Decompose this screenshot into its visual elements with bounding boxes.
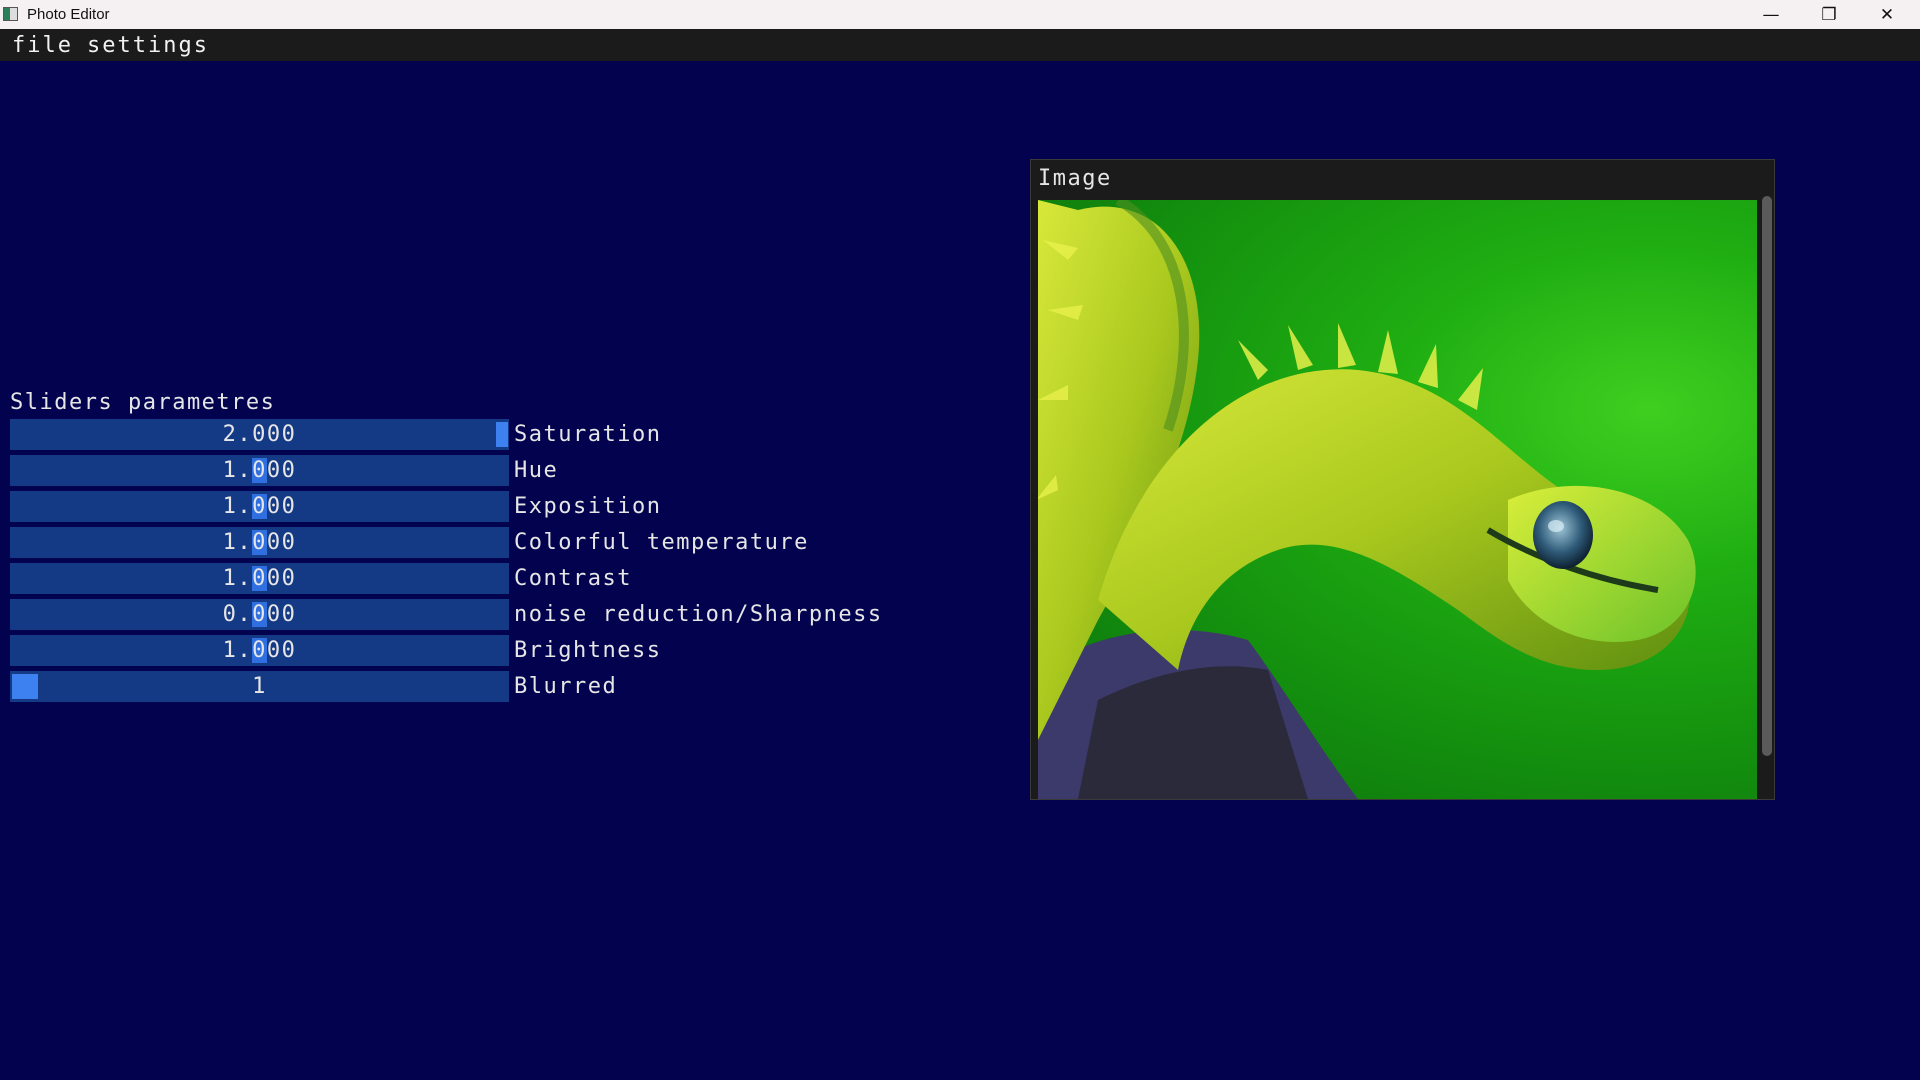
text-caret: 0 (252, 458, 267, 483)
image-window[interactable]: Image (1030, 159, 1775, 800)
slider-value[interactable]: 1.000 (10, 491, 509, 522)
photo-preview (1038, 200, 1757, 799)
value-suffix: 00 (266, 530, 297, 555)
menu-file[interactable]: file (12, 33, 73, 58)
restore-button[interactable]: ❐ (1800, 0, 1858, 29)
slider-value[interactable]: 1.000 (10, 527, 509, 558)
slider-label: Hue (514, 458, 559, 483)
menu-settings[interactable]: settings (87, 33, 209, 58)
value-prefix: 1. (222, 566, 253, 591)
slider-value[interactable]: 0.000 (10, 599, 509, 630)
snake-image (1038, 200, 1696, 799)
value-suffix: 00 (266, 458, 297, 483)
sliders-panel-title: Sliders parametres (10, 390, 276, 415)
value-prefix: 0. (222, 602, 253, 627)
slider-label: Saturation (514, 422, 662, 447)
slider-value: 1 (252, 674, 267, 699)
menu-bar: file settings (0, 29, 1920, 61)
text-caret: 0 (252, 566, 267, 591)
value-suffix: 00 (266, 638, 297, 663)
value-prefix: 1. (222, 638, 253, 663)
slider-label: Contrast (514, 566, 632, 591)
text-caret: 0 (252, 494, 267, 519)
title-bar: Photo Editor — ❐ ✕ (0, 0, 1920, 29)
slider-label: Blurred (514, 674, 618, 699)
value-suffix: 00 (266, 494, 297, 519)
image-scrollbar[interactable] (1762, 196, 1772, 756)
slider-label: Colorful temperature (514, 530, 809, 555)
value-suffix: 00 (266, 602, 297, 627)
app-icon (3, 7, 18, 21)
text-caret: 0 (252, 602, 267, 627)
value-prefix: 1. (222, 458, 253, 483)
slider-value[interactable]: 1.000 (10, 455, 509, 486)
slider-value[interactable]: 1.000 (10, 563, 509, 594)
minimize-button[interactable]: — (1742, 0, 1800, 29)
image-window-title: Image (1038, 166, 1112, 191)
close-button[interactable]: ✕ (1858, 0, 1916, 29)
value-prefix: 1. (222, 494, 253, 519)
value-prefix: 1. (222, 530, 253, 555)
slider-label: Exposition (514, 494, 662, 519)
slider-value: 2.000 (222, 422, 297, 447)
value-suffix: 00 (266, 566, 297, 591)
text-caret: 0 (252, 530, 267, 555)
slider-value[interactable]: 1.000 (10, 635, 509, 666)
slider-label: Brightness (514, 638, 662, 663)
slider-label: noise reduction/Sharpness (514, 602, 883, 627)
window-title: Photo Editor (27, 6, 110, 23)
text-caret: 0 (252, 638, 267, 663)
